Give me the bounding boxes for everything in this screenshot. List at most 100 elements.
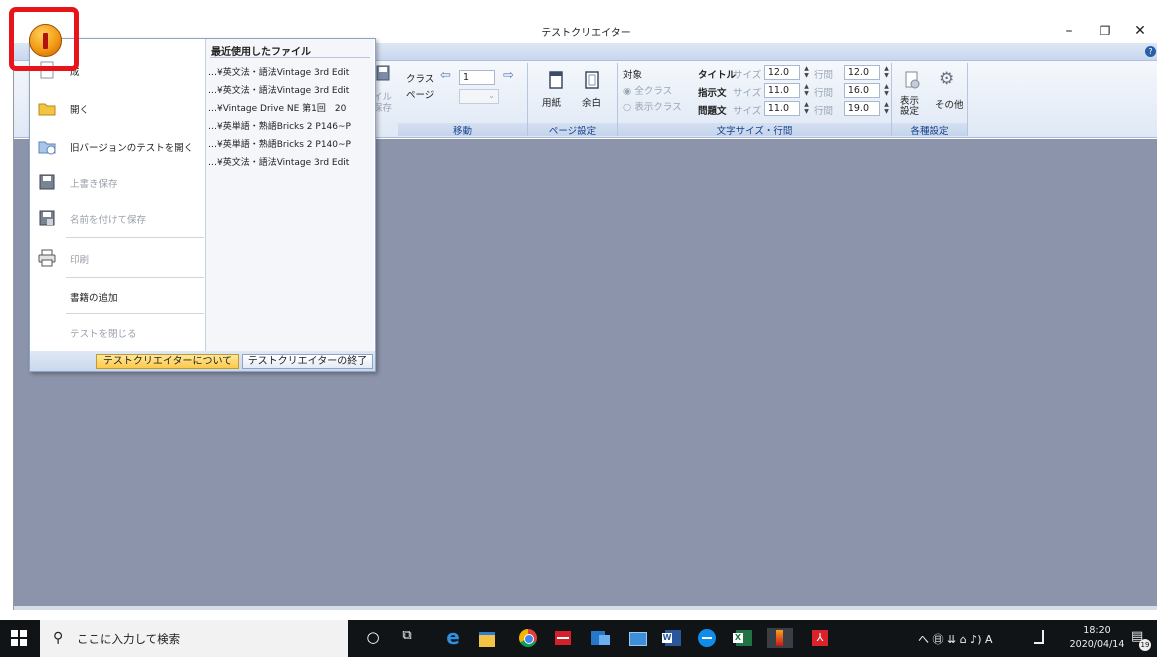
search-placeholder: ここに入力して検索 <box>77 632 181 646</box>
task-view-icon[interactable]: ⧉ <box>397 628 417 648</box>
menu-item-label: 開く <box>70 105 90 116</box>
menu-item-open[interactable]: 開く <box>30 91 206 127</box>
margin-button[interactable]: 余白 <box>582 95 601 109</box>
app-blue-icon[interactable] <box>627 628 647 648</box>
application-menu: 成 開く 旧バージョンのテストを開く 上書き保存 名前を付けて保存 印刷 書籍の… <box>29 38 376 372</box>
group-label-settings: 各種設定 <box>892 123 967 137</box>
exit-button[interactable]: テストクリエイターの終了 <box>242 354 373 369</box>
chrome-icon[interactable] <box>518 628 538 648</box>
page-select[interactable]: ⌄ <box>459 89 499 104</box>
title-size-input[interactable]: 12.0 <box>764 65 800 80</box>
minimize-button[interactable]: – <box>1051 19 1087 43</box>
windows-start-icon[interactable] <box>11 630 27 646</box>
taskbar-clock[interactable]: 18:20 2020/04/14 <box>1065 624 1129 652</box>
recent-files-title: 最近使用したファイル <box>211 47 311 58</box>
shown-classes-label: 表示クラス <box>634 102 682 113</box>
recent-file-item[interactable]: …¥Vintage Drive NE 第1回 20 <box>208 101 372 114</box>
ribbon-group-page-setup: 用紙 余白 ページ設定 <box>528 63 618 137</box>
title-size-spinner[interactable]: ▲ ▼ <box>802 65 811 80</box>
class-prev-arrow-icon[interactable]: ⇦ <box>440 68 451 83</box>
menu-item-save[interactable]: 上書き保存 <box>30 165 206 201</box>
status-bar <box>14 606 1157 610</box>
keyboard-layout-icon[interactable] <box>1034 630 1044 644</box>
save-icon <box>376 65 390 81</box>
target-label: 対象 <box>623 70 643 81</box>
teamviewer-icon[interactable] <box>697 628 717 648</box>
display-settings-button[interactable]: 表示 設定 <box>900 97 919 117</box>
menu-item-label: 印刷 <box>70 255 90 266</box>
all-classes-radio[interactable]: ◉ 全クラス <box>623 83 672 97</box>
display-settings-icon <box>905 71 920 89</box>
menu-item-save-as[interactable]: 名前を付けて保存 <box>30 201 206 237</box>
all-classes-label: 全クラス <box>634 86 673 97</box>
margin-icon <box>585 71 599 89</box>
class-number-input[interactable]: 1 <box>459 70 495 85</box>
recent-files-panel: 最近使用したファイル …¥英文法・語法Vintage 3rd Edit …¥英文… <box>206 39 374 351</box>
recent-file-item[interactable]: …¥英文法・語法Vintage 3rd Edit <box>208 65 372 78</box>
clock-time: 18:20 <box>1083 625 1111 636</box>
printer-icon <box>38 249 56 267</box>
clock-date: 2020/04/14 <box>1069 639 1125 650</box>
spacing-label-instruction: 行間 <box>814 88 834 99</box>
highlight-annotation <box>9 7 79 71</box>
other-settings-button[interactable]: その他 <box>935 97 964 111</box>
taskbar: ⚲ ここに入力して検索 ○ ⧉ e W X ⅄ へ ㊐ ⇊ ⌂ ♪) A 18:… <box>0 620 1157 657</box>
question-spacing-spinner[interactable]: ▲ ▼ <box>882 101 891 116</box>
title-spacing-input[interactable]: 12.0 <box>844 65 880 80</box>
word-icon[interactable]: W <box>662 628 682 648</box>
recent-file-item[interactable]: …¥英文法・語法Vintage 3rd Edit <box>208 155 372 168</box>
edge-browser-icon[interactable]: e <box>443 627 463 648</box>
folder-open-icon <box>38 103 56 116</box>
instruction-size-spinner[interactable]: ▲ ▼ <box>802 83 811 98</box>
question-size-spinner[interactable]: ▲ ▼ <box>802 101 811 116</box>
size-label-instruction: サイズ <box>733 88 762 99</box>
recent-files-divider <box>210 57 370 58</box>
menu-item-add-book[interactable]: 書籍の追加 <box>30 279 206 315</box>
ribbon-group-move: クラス ⇦ 1 ⇨ ページ ⌄ 移動 <box>398 63 528 137</box>
shown-classes-radio[interactable]: ○ 表示クラス <box>623 99 682 113</box>
menu-item-open-old-version[interactable]: 旧バージョンのテストを開く <box>30 129 206 165</box>
menu-separator <box>66 237 204 238</box>
test-creator-taskbar-icon[interactable] <box>767 628 793 648</box>
save-icon <box>39 174 55 190</box>
paper-button[interactable]: 用紙 <box>542 95 561 109</box>
size-label-question: サイズ <box>733 106 762 117</box>
recent-file-item[interactable]: …¥英文法・語法Vintage 3rd Edit <box>208 83 372 96</box>
gear-icon: ⚙ <box>939 69 955 89</box>
row-name-question: 問題文 <box>698 106 727 117</box>
display-settings-line2: 設定 <box>900 106 920 117</box>
class-next-arrow-icon[interactable]: ⇨ <box>503 68 514 83</box>
help-icon[interactable]: ? <box>1145 46 1156 57</box>
paper-icon <box>549 71 563 89</box>
recent-file-item[interactable]: …¥英単語・熟語Bricks 2 P146~P <box>208 119 372 132</box>
question-size-input[interactable]: 11.0 <box>764 101 800 116</box>
title-spacing-spinner[interactable]: ▲ ▼ <box>882 65 891 80</box>
instruction-size-input[interactable]: 11.0 <box>764 83 800 98</box>
taskbar-search-box[interactable]: ⚲ ここに入力して検索 <box>40 620 348 657</box>
acrobat-icon[interactable]: ⅄ <box>810 628 830 648</box>
close-button[interactable]: ✕ <box>1122 19 1157 43</box>
menu-footer: テストクリエイターについて テストクリエイターの終了 <box>30 351 375 371</box>
instruction-spacing-input[interactable]: 16.0 <box>844 83 880 98</box>
recent-file-item[interactable]: …¥英単語・熟語Bricks 2 P140~P <box>208 137 372 150</box>
cortana-icon[interactable]: ○ <box>363 628 383 648</box>
maximize-button[interactable]: ❐ <box>1087 19 1123 43</box>
chevron-down-icon: ⌄ <box>488 91 495 100</box>
ribbon-group-text-size: 対象 ◉ 全クラス ○ 表示クラス タイトル サイズ 12.0 ▲ ▼ 行間 12… <box>618 63 892 137</box>
system-tray[interactable]: へ ㊐ ⇊ ⌂ ♪) A <box>918 631 993 647</box>
instruction-spacing-spinner[interactable]: ▲ ▼ <box>882 83 891 98</box>
menu-item-close-test[interactable]: テストを閉じる <box>30 315 206 351</box>
app-red-icon[interactable] <box>553 628 573 648</box>
folder-old-version-icon <box>38 141 56 155</box>
ribbon-group-settings: 表示 設定 ⚙ その他 各種設定 <box>892 63 968 137</box>
about-button[interactable]: テストクリエイターについて <box>96 354 239 369</box>
menu-item-label: 上書き保存 <box>70 179 118 190</box>
question-spacing-input[interactable]: 19.0 <box>844 101 880 116</box>
spacing-label-title: 行間 <box>814 70 834 81</box>
page-label: ページ <box>406 90 435 101</box>
spacing-label-question: 行間 <box>814 106 834 117</box>
outlook-icon[interactable] <box>590 628 610 648</box>
excel-icon[interactable]: X <box>733 628 753 648</box>
menu-item-print[interactable]: 印刷 <box>30 241 206 277</box>
file-explorer-icon[interactable] <box>477 628 497 648</box>
